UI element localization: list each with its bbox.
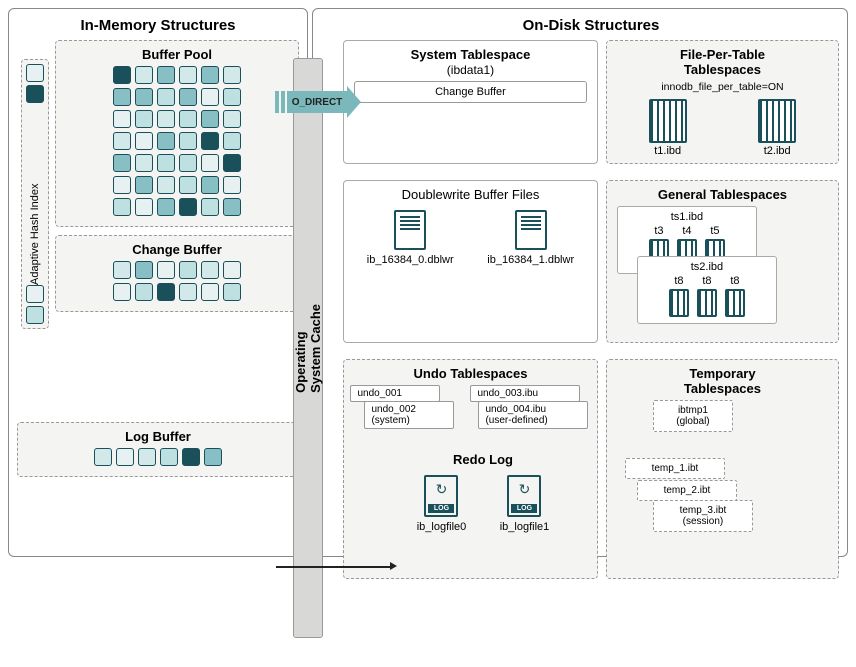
ahi-cell	[26, 306, 44, 324]
fpt-config: innodb_file_per_table=ON	[613, 81, 832, 93]
undo-file: undo_003.ibu	[470, 385, 580, 402]
ahi-label: Adaptive Hash Index	[29, 103, 41, 285]
ahi-cell	[26, 85, 44, 103]
temp-file: temp_3.ibt (session)	[653, 500, 753, 532]
file-icon	[394, 210, 426, 250]
temp-title: Temporary Tablespaces	[613, 366, 832, 396]
adaptive-hash-index: Adaptive Hash Index	[21, 59, 49, 329]
system-change-buffer: Change Buffer	[354, 81, 587, 103]
system-ts-title: System Tablespace	[411, 47, 531, 62]
temp-file: temp_1.ibt	[625, 458, 725, 479]
table-icon	[697, 289, 717, 317]
file-per-table: File-Per-Table Tablespaces innodb_file_p…	[606, 40, 839, 164]
fpt-file: t2.ibd	[764, 145, 791, 157]
temp-file: temp_2.ibt	[637, 480, 737, 501]
on-disk-title: On-Disk Structures	[343, 17, 839, 34]
in-memory-section: In-Memory Structures Adaptive Hash Index…	[8, 8, 308, 557]
log-file-icon	[507, 475, 541, 517]
undo-file: undo_004.ibu (user-defined)	[478, 401, 588, 429]
ahi-cell	[26, 64, 44, 82]
os-cache: Operating System Cache	[293, 58, 323, 638]
buffer-pool: Buffer Pool	[55, 40, 299, 227]
dblwr-file: ib_16384_0.dblwr	[367, 254, 454, 266]
temporary-tablespaces: Temporary Tablespaces ibtmp1 (global) te…	[606, 359, 839, 579]
temp-global: ibtmp1 (global)	[653, 400, 733, 432]
o-direct-arrow: O_DIRECT	[275, 86, 361, 118]
undo-file: undo_002 (system)	[364, 401, 454, 429]
on-disk-section: On-Disk Structures System Tablespace(ibd…	[312, 8, 848, 557]
change-buffer: Change Buffer	[55, 235, 299, 312]
change-buffer-title: Change Buffer	[62, 242, 292, 257]
undo-title: Undo Tablespaces	[350, 366, 591, 381]
file-icon	[515, 210, 547, 250]
general-ts-title: General Tablespaces	[613, 187, 832, 202]
buffer-pool-title: Buffer Pool	[62, 47, 292, 62]
undo-tablespaces: Undo Tablespaces undo_001 undo_002 (syst…	[343, 359, 598, 579]
fpt-file: t1.ibd	[654, 145, 681, 157]
ahi-cell	[26, 285, 44, 303]
ts1-name: ts1.ibd	[622, 211, 752, 223]
ts2-name: ts2.ibd	[642, 261, 772, 273]
undo-file: undo_001	[350, 385, 440, 402]
dblwr-title: Doublewrite Buffer Files	[350, 187, 591, 202]
table-icon	[669, 289, 689, 317]
log-file-icon	[424, 475, 458, 517]
table-icon	[725, 289, 745, 317]
db-file-icon	[649, 99, 687, 143]
general-tablespaces: General Tablespaces ts1.ibd t3 t4 t5 ts2…	[606, 180, 839, 343]
o-direct-label: O_DIRECT	[292, 97, 343, 108]
in-memory-title: In-Memory Structures	[17, 17, 299, 34]
doublewrite: Doublewrite Buffer Files ib_16384_0.dblw…	[343, 180, 598, 343]
os-cache-label: Operating System Cache	[293, 304, 323, 393]
redo-file: ib_logfile0	[417, 521, 467, 533]
log-buffer: Log Buffer	[17, 422, 299, 477]
redo-file: ib_logfile1	[500, 521, 550, 533]
db-file-icon	[758, 99, 796, 143]
system-ts-subtitle: (ibdata1)	[447, 63, 494, 77]
system-tablespace: System Tablespace(ibdata1) Change Buffer	[343, 40, 598, 164]
log-buffer-title: Log Buffer	[24, 429, 292, 444]
dblwr-file: ib_16384_1.dblwr	[487, 254, 574, 266]
fpt-title: File-Per-Table Tablespaces	[613, 47, 832, 77]
